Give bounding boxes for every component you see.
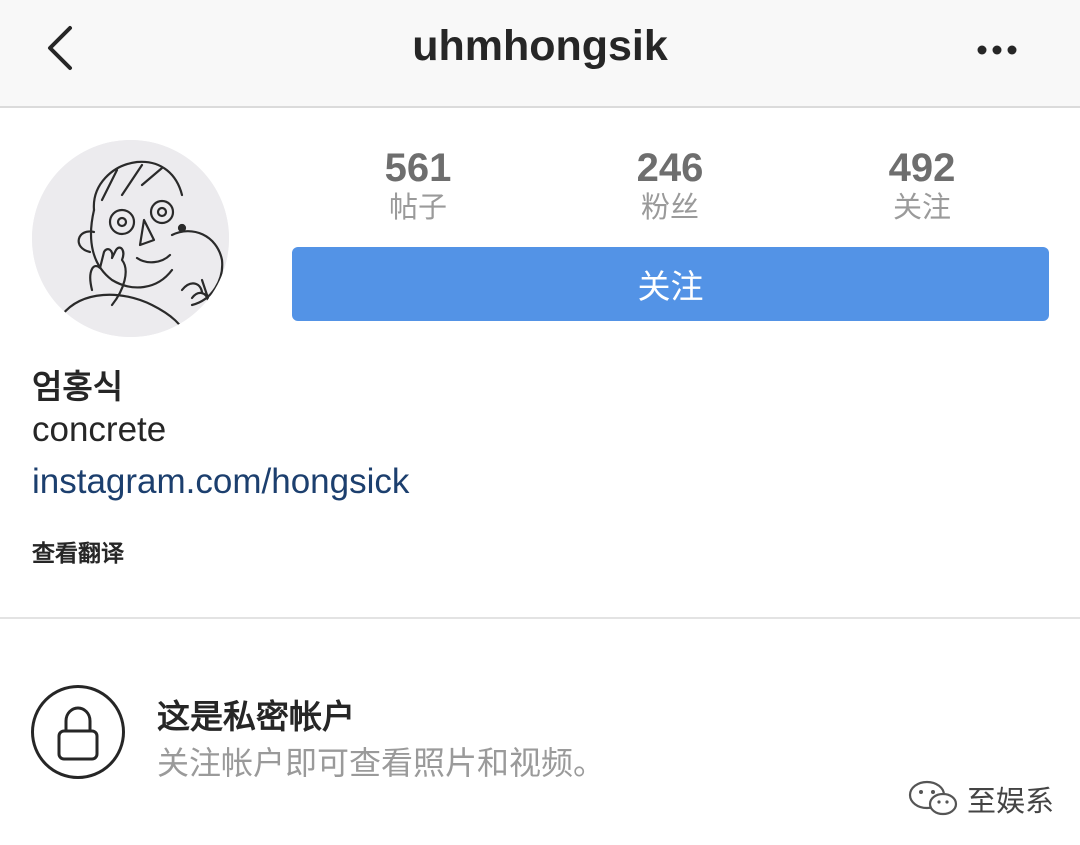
profile-avatar[interactable] xyxy=(32,140,229,337)
stat-posts-label: 帖子 xyxy=(388,190,447,224)
follow-button[interactable]: 关注 xyxy=(292,247,1049,321)
profile-website-link[interactable]: instagram.com/hongsick xyxy=(32,462,409,502)
watermark-text: 至娱系 xyxy=(967,784,1055,818)
more-horizontal-icon xyxy=(977,45,1017,55)
avatar-doodle-image xyxy=(32,140,229,337)
stat-following[interactable]: 492 关注 xyxy=(822,146,1022,224)
more-options-button[interactable] xyxy=(968,30,1028,70)
profile-username-title: uhmhongsik xyxy=(412,22,668,70)
watermark: 至娱系 xyxy=(905,776,1055,820)
stat-followers-label: 粉丝 xyxy=(640,190,699,224)
stat-posts-count: 561 xyxy=(384,146,452,190)
profile-bio: concrete xyxy=(32,410,167,449)
stat-following-count: 492 xyxy=(888,146,956,190)
profile-full-name: 엄홍식 xyxy=(32,367,124,406)
private-account-badge xyxy=(31,685,125,779)
profile-stats: 561 帖子 246 粉丝 492 关注 xyxy=(292,146,1049,226)
private-account-subtitle: 关注帐户即可查看照片和视频。 xyxy=(157,744,606,782)
stat-followers[interactable]: 246 粉丝 xyxy=(570,146,770,224)
wechat-logo-icon xyxy=(908,780,958,816)
section-divider xyxy=(0,617,1080,619)
lock-icon xyxy=(57,706,99,761)
stat-posts[interactable]: 561 帖子 xyxy=(318,146,518,224)
private-account-title: 这是私密帐户 xyxy=(157,697,355,736)
top-nav-bar: uhmhongsik xyxy=(0,0,1080,108)
stat-following-label: 关注 xyxy=(892,190,951,224)
see-translation-link[interactable]: 查看翻译 xyxy=(32,534,124,568)
stat-followers-count: 246 xyxy=(636,146,704,190)
